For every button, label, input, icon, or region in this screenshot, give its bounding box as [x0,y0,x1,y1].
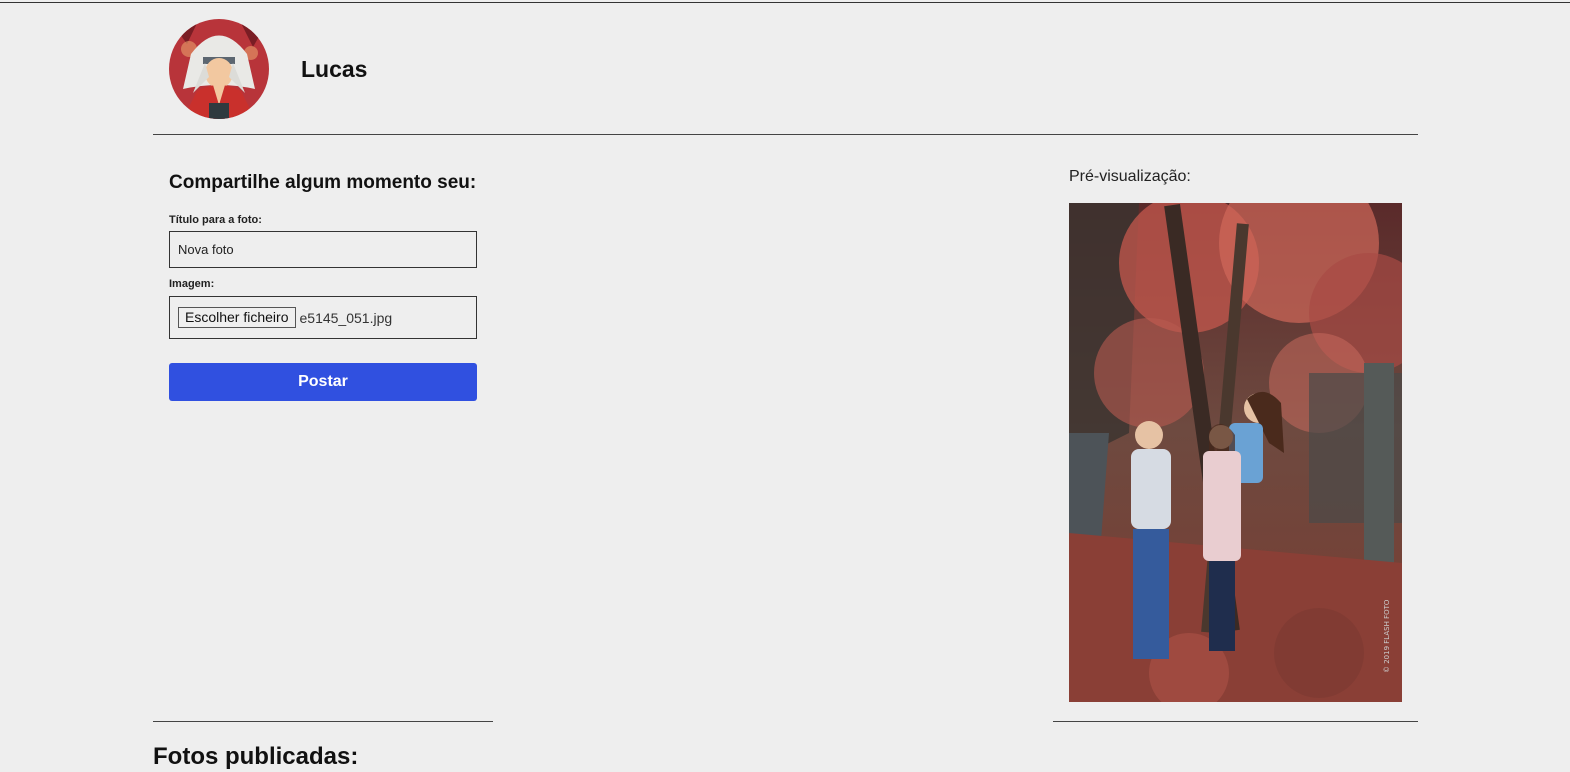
preview-image: © 2019 FLASH FOTO [1069,203,1402,702]
image-file-input[interactable]: Escolher ficheiro e5145_051.jpg [169,296,477,339]
avatar-illustration [169,19,269,119]
post-button[interactable]: Postar [169,363,477,401]
top-divider [0,2,1570,3]
image-field-label: Imagem: [169,278,215,290]
selected-file-name: e5145_051.jpg [299,309,393,326]
profile-username: Lucas [301,56,368,82]
title-field-label: Título para a foto: [169,214,262,226]
header-divider [153,134,1418,135]
svg-text:© 2019 FLASH FOTO: © 2019 FLASH FOTO [1383,599,1391,673]
form-heading: Compartilhe algum momento seu: [169,172,477,193]
published-photos-heading: Fotos publicadas: [153,743,359,770]
section-divider-right [1053,721,1418,722]
choose-file-button[interactable]: Escolher ficheiro [178,307,296,328]
title-input[interactable] [169,231,477,268]
section-divider-left [153,721,493,722]
avatar [169,19,269,119]
preview-label: Pré-visualização: [1069,168,1191,185]
